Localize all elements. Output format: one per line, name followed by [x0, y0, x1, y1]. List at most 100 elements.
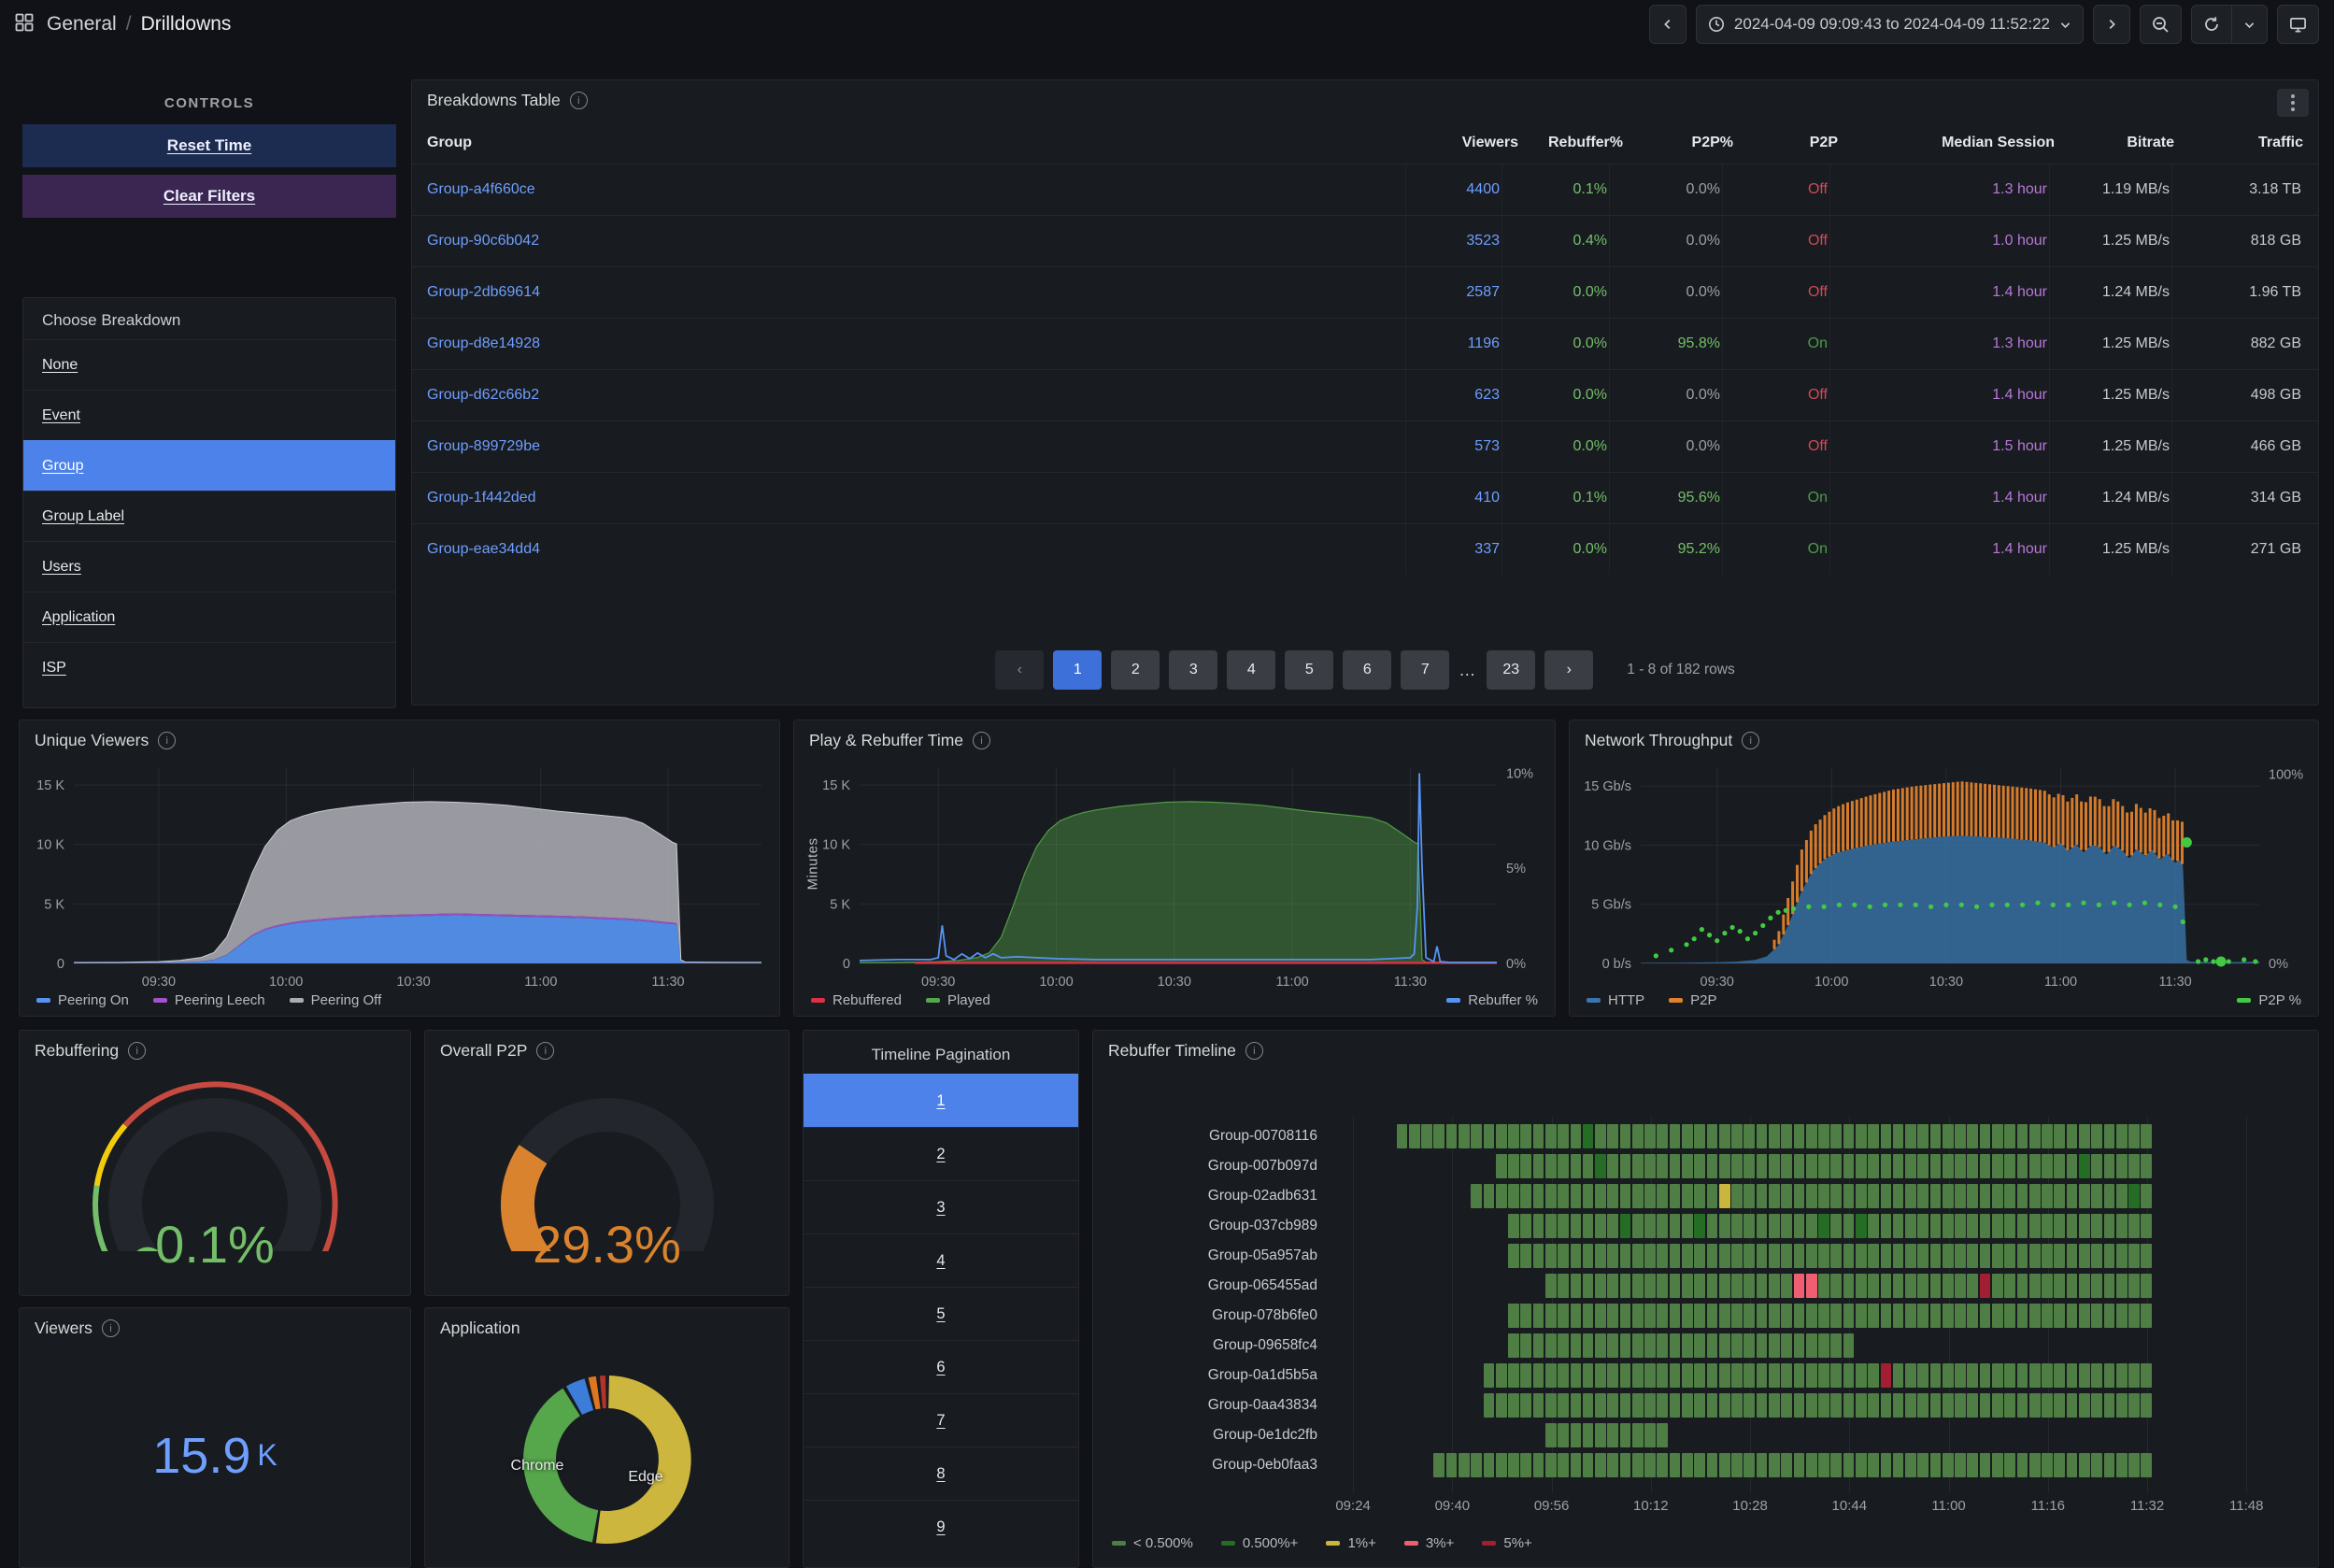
timeline-page-1[interactable]: 1: [804, 1074, 1078, 1127]
timeline-page-5[interactable]: 5: [804, 1287, 1078, 1340]
group-link[interactable]: Group-899729be: [427, 421, 1405, 472]
info-icon[interactable]: i: [1245, 1042, 1263, 1060]
info-icon[interactable]: i: [973, 732, 991, 749]
legend-item-p2p-[interactable]: P2P %: [2237, 992, 2301, 1008]
panel-menu-kebab-icon[interactable]: [2277, 89, 2309, 117]
group-link[interactable]: Group-2db69614: [427, 267, 1405, 318]
col-p2p[interactable]: P2P: [1733, 135, 1838, 151]
timeline-legend-item[interactable]: 0.500%+: [1220, 1535, 1298, 1551]
breakdown-item-label[interactable]: Event: [42, 407, 80, 424]
info-icon[interactable]: i: [101, 1319, 120, 1337]
info-icon[interactable]: i: [569, 92, 588, 109]
group-link[interactable]: Group-a4f660ce: [427, 164, 1405, 215]
pagination-page-23[interactable]: 23: [1487, 650, 1536, 690]
timeline-page-3[interactable]: 3: [804, 1180, 1078, 1233]
timeline-page-label[interactable]: 4: [936, 1252, 945, 1270]
breakdown-item-label[interactable]: Users: [42, 559, 81, 576]
viewers-value[interactable]: 410: [1405, 473, 1501, 523]
viewers-value[interactable]: 573: [1405, 421, 1501, 472]
legend-item-rebuffered[interactable]: Rebuffered: [811, 992, 902, 1008]
pagination-page-2[interactable]: 2: [1111, 650, 1160, 690]
breakdown-item-group-label[interactable]: Group Label: [23, 491, 395, 541]
timeline-page-label[interactable]: 3: [936, 1199, 945, 1217]
col-group[interactable]: Group: [427, 135, 1425, 151]
legend-item-peering-leech[interactable]: Peering Leech: [152, 992, 265, 1008]
refresh-interval-dropdown[interactable]: [2232, 5, 2268, 44]
col-median-session[interactable]: Median Session: [1838, 135, 2055, 151]
col-viewers[interactable]: Viewers: [1425, 135, 1518, 151]
time-shift-back-button[interactable]: [1648, 5, 1686, 44]
info-icon[interactable]: i: [158, 732, 177, 749]
timeline-page-7[interactable]: 7: [804, 1393, 1078, 1447]
group-link[interactable]: Group-d62c66b2: [427, 370, 1405, 421]
refresh-button[interactable]: [2191, 5, 2232, 44]
group-link[interactable]: Group-d8e14928: [427, 319, 1405, 369]
legend-item-peering-on[interactable]: Peering On: [36, 992, 129, 1008]
breakdown-item-label[interactable]: ISP: [42, 660, 66, 677]
timeline-legend-item[interactable]: 1%+: [1326, 1535, 1376, 1551]
viewers-value[interactable]: 337: [1405, 524, 1501, 575]
pagination-next-button[interactable]: ›: [1544, 650, 1594, 690]
col-bitrate[interactable]: Bitrate: [2055, 135, 2174, 151]
kiosk-mode-button[interactable]: [2277, 5, 2319, 44]
pagination-page-1[interactable]: 1: [1053, 650, 1103, 690]
info-icon[interactable]: i: [128, 1042, 147, 1060]
apps-icon[interactable]: [15, 13, 34, 36]
timeline-page-8[interactable]: 8: [804, 1447, 1078, 1500]
col-p2p-pct[interactable]: P2P%: [1623, 135, 1733, 151]
breakdown-item-event[interactable]: Event: [23, 390, 395, 440]
legend-item-http[interactable]: HTTP: [1587, 992, 1644, 1008]
group-link[interactable]: Group-eae34dd4: [427, 524, 1405, 575]
col-traffic[interactable]: Traffic: [2174, 135, 2303, 151]
timeline-page-label[interactable]: 8: [936, 1465, 945, 1483]
timeline-page-label[interactable]: 7: [936, 1412, 945, 1430]
viewers-value[interactable]: 623: [1405, 370, 1501, 421]
viewers-value[interactable]: 3523: [1405, 216, 1501, 266]
timeline-page-label[interactable]: 2: [936, 1146, 945, 1163]
timeline-page-2[interactable]: 2: [804, 1127, 1078, 1180]
timeline-page-9[interactable]: 9: [804, 1500, 1078, 1553]
breakdown-item-label[interactable]: None: [42, 357, 78, 374]
viewers-value[interactable]: 4400: [1405, 164, 1501, 215]
info-icon[interactable]: i: [1742, 732, 1760, 749]
time-range-picker[interactable]: 2024-04-09 09:09:43 to 2024-04-09 11:52:…: [1695, 5, 2084, 44]
time-shift-forward-button[interactable]: [2093, 5, 2130, 44]
legend-item-rebuffer-[interactable]: Rebuffer %: [1446, 992, 1538, 1008]
legend-item-played[interactable]: Played: [925, 992, 990, 1008]
breakdown-item-label[interactable]: Application: [42, 609, 115, 626]
reset-time-button[interactable]: Reset Time: [22, 124, 396, 167]
timeline-page-label[interactable]: 1: [936, 1092, 945, 1110]
timeline-legend-item[interactable]: < 0.500%: [1112, 1535, 1193, 1551]
breakdown-item-none[interactable]: None: [23, 339, 395, 390]
viewers-value[interactable]: 2587: [1405, 267, 1501, 318]
legend-item-peering-off[interactable]: Peering Off: [289, 992, 381, 1008]
pagination-page-3[interactable]: 3: [1169, 650, 1218, 690]
breakdown-item-isp[interactable]: ISP: [23, 642, 395, 692]
viewers-value[interactable]: 1196: [1405, 319, 1501, 369]
clear-filters-button[interactable]: Clear Filters: [22, 175, 396, 218]
breakdown-item-users[interactable]: Users: [23, 541, 395, 592]
pagination-page-5[interactable]: 5: [1285, 650, 1334, 690]
timeline-page-label[interactable]: 9: [936, 1518, 945, 1536]
timeline-legend-item[interactable]: 5%+: [1482, 1535, 1532, 1551]
breakdown-item-application[interactable]: Application: [23, 592, 395, 642]
pagination-page-4[interactable]: 4: [1227, 650, 1276, 690]
legend-item-p2p[interactable]: P2P: [1669, 992, 1717, 1008]
timeline-page-label[interactable]: 6: [936, 1359, 945, 1376]
timeline-legend-item[interactable]: 3%+: [1403, 1535, 1454, 1551]
timeline-page-6[interactable]: 6: [804, 1340, 1078, 1393]
zoom-out-button[interactable]: [2140, 5, 2182, 44]
timeline-page-4[interactable]: 4: [804, 1233, 1078, 1287]
breakdown-item-group[interactable]: Group: [23, 440, 395, 491]
col-rebuffer[interactable]: Rebuffer%: [1518, 135, 1623, 151]
pagination-page-7[interactable]: 7: [1401, 650, 1450, 690]
group-link[interactable]: Group-1f442ded: [427, 473, 1405, 523]
breadcrumb-section[interactable]: General: [47, 13, 117, 36]
timeline-page-label[interactable]: 5: [936, 1305, 945, 1323]
pagination-page-6[interactable]: 6: [1343, 650, 1392, 690]
group-link[interactable]: Group-90c6b042: [427, 216, 1405, 266]
info-icon[interactable]: i: [536, 1042, 555, 1060]
breakdown-item-label[interactable]: Group: [42, 458, 83, 475]
breakdown-item-label[interactable]: Group Label: [42, 508, 124, 525]
pagination-prev-button[interactable]: ‹: [995, 650, 1045, 690]
